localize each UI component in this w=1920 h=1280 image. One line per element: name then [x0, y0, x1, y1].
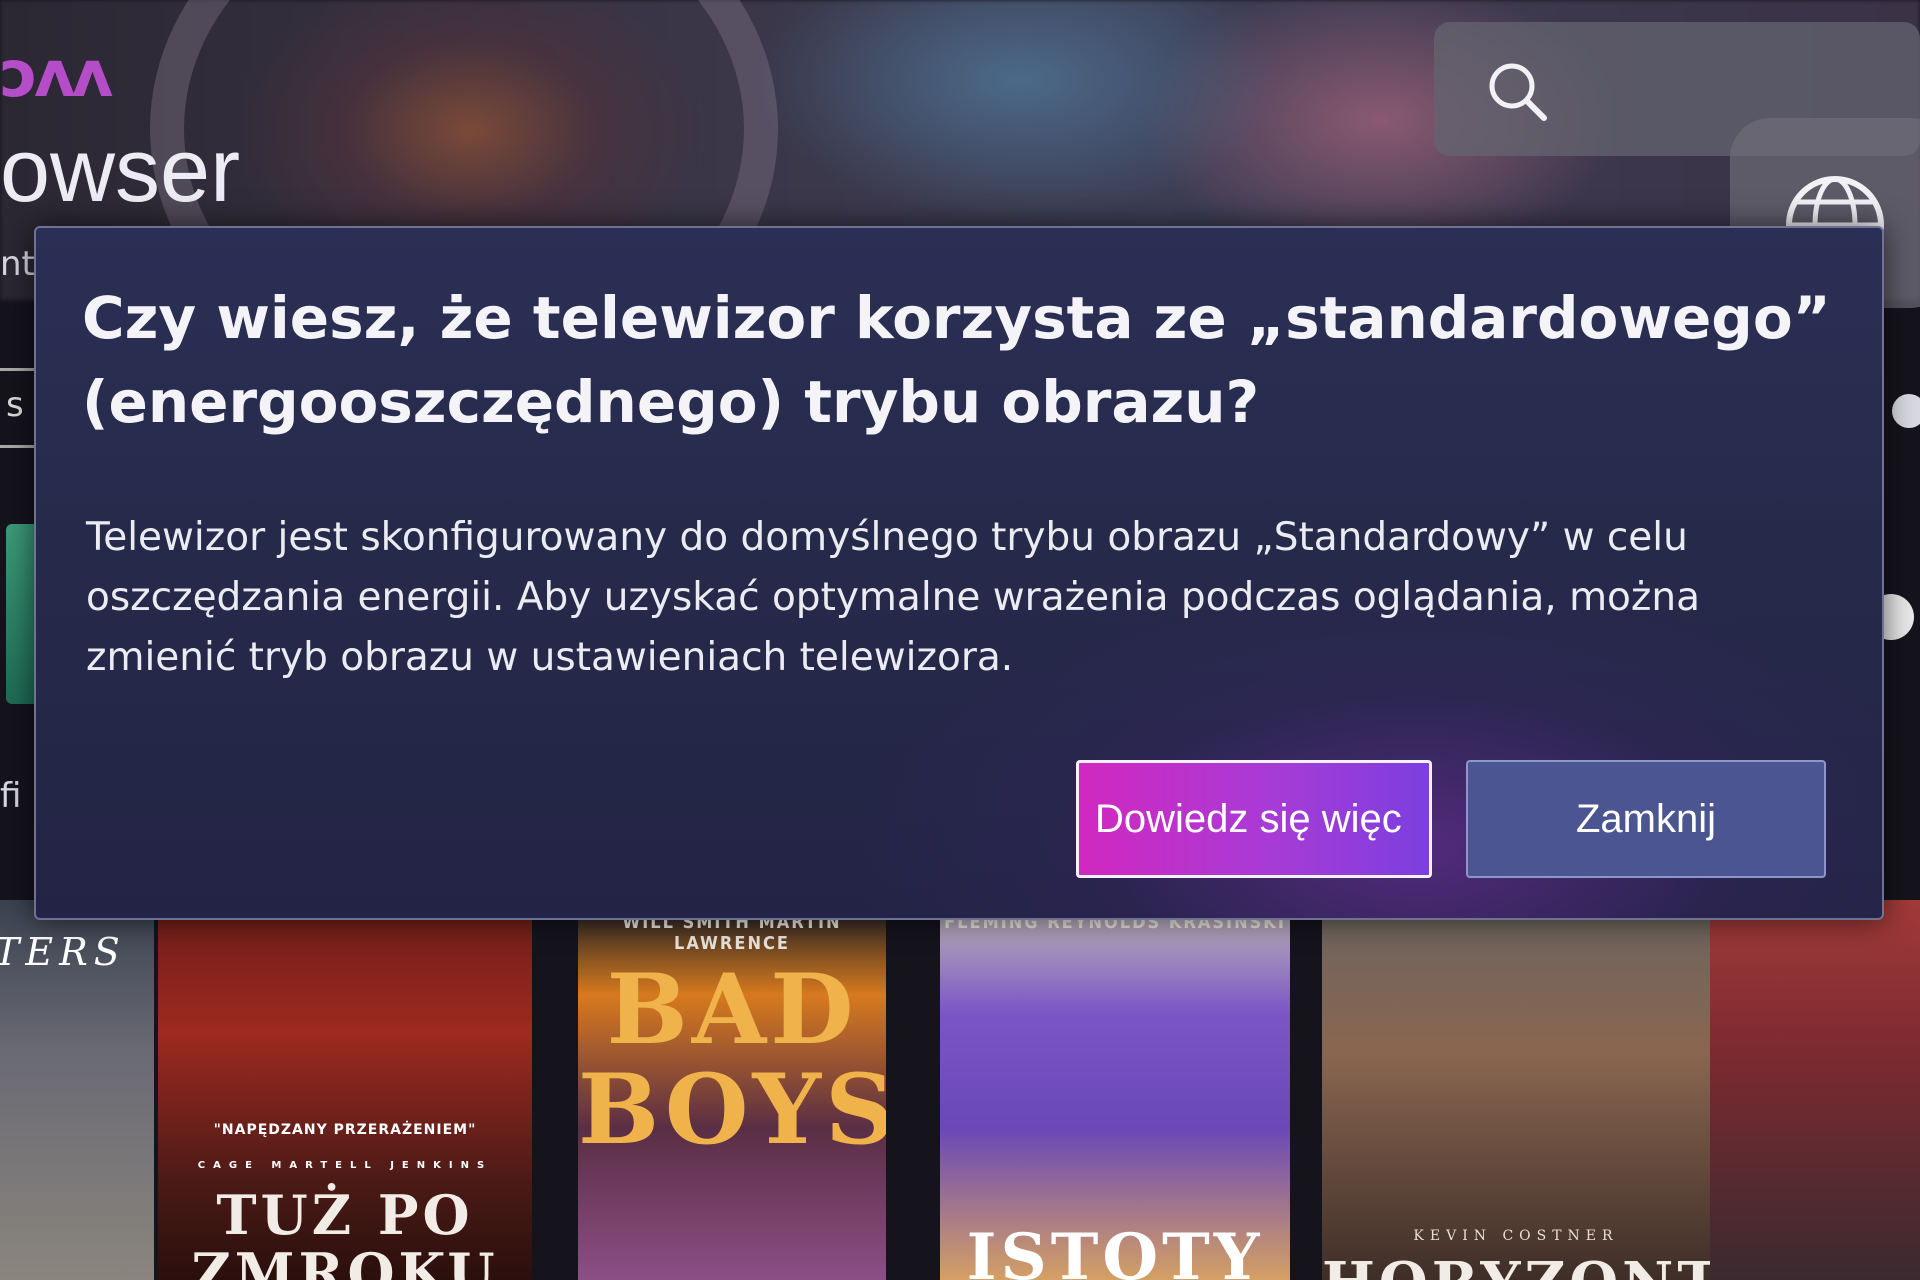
movie-poster[interactable]: "NAPĘDZANY PRZERAŻENIEM" CAGE MARTELL JE… — [158, 900, 532, 1280]
dialog-message: Telewizor jest skonfigurowany do domyśln… — [86, 515, 1701, 680]
learn-more-button[interactable]: Dowiedz się więc — [1076, 760, 1432, 878]
movie-poster[interactable]: FLEMING REYNOLDS KRASINSKI ISTOTY — [940, 900, 1290, 1280]
picture-mode-dialog: Czy wiesz, że telewizor korzysta ze „sta… — [34, 226, 1884, 920]
movie-poster[interactable]: WILL SMITH MARTIN LAWRENCE BAD BOYS — [578, 900, 886, 1280]
app-title: owser — [0, 121, 241, 221]
brand-logo: ᴐᴧᴧ — [0, 38, 113, 112]
poster-title: TERS — [0, 930, 126, 974]
movie-poster[interactable]: KEVIN COSTNER HORYZONT — [1322, 900, 1710, 1280]
movie-poster[interactable]: TERS — [0, 900, 154, 1280]
learn-more-label: Dowiedz się więc — [1095, 796, 1402, 841]
close-button[interactable]: Zamknij — [1466, 760, 1826, 878]
poster-title: BAD BOYS — [578, 953, 886, 1166]
poster-title: HORYZONT — [1322, 1250, 1710, 1280]
indicator-dot — [1892, 394, 1920, 428]
search-icon — [1489, 63, 1547, 121]
poster-title: ISTOTY — [966, 1220, 1264, 1280]
movie-poster[interactable] — [1710, 900, 1920, 1280]
poster-title: TUŻ PO ZMROKU — [191, 1183, 499, 1280]
side-input-text: s — [6, 385, 24, 425]
close-label: Zamknij — [1575, 796, 1717, 841]
poster-credits: KEVIN COSTNER — [1413, 1228, 1619, 1244]
dialog-title: Czy wiesz, że telewizor korzysta ze „sta… — [82, 284, 1831, 436]
poster-credits: CAGE MARTELL JENKINS — [197, 1160, 493, 1171]
side-text: fi — [0, 776, 22, 816]
poster-tagline: "NAPĘDZANY PRZERAŻENIEM" — [213, 1122, 477, 1138]
side-text: nt — [0, 244, 35, 284]
